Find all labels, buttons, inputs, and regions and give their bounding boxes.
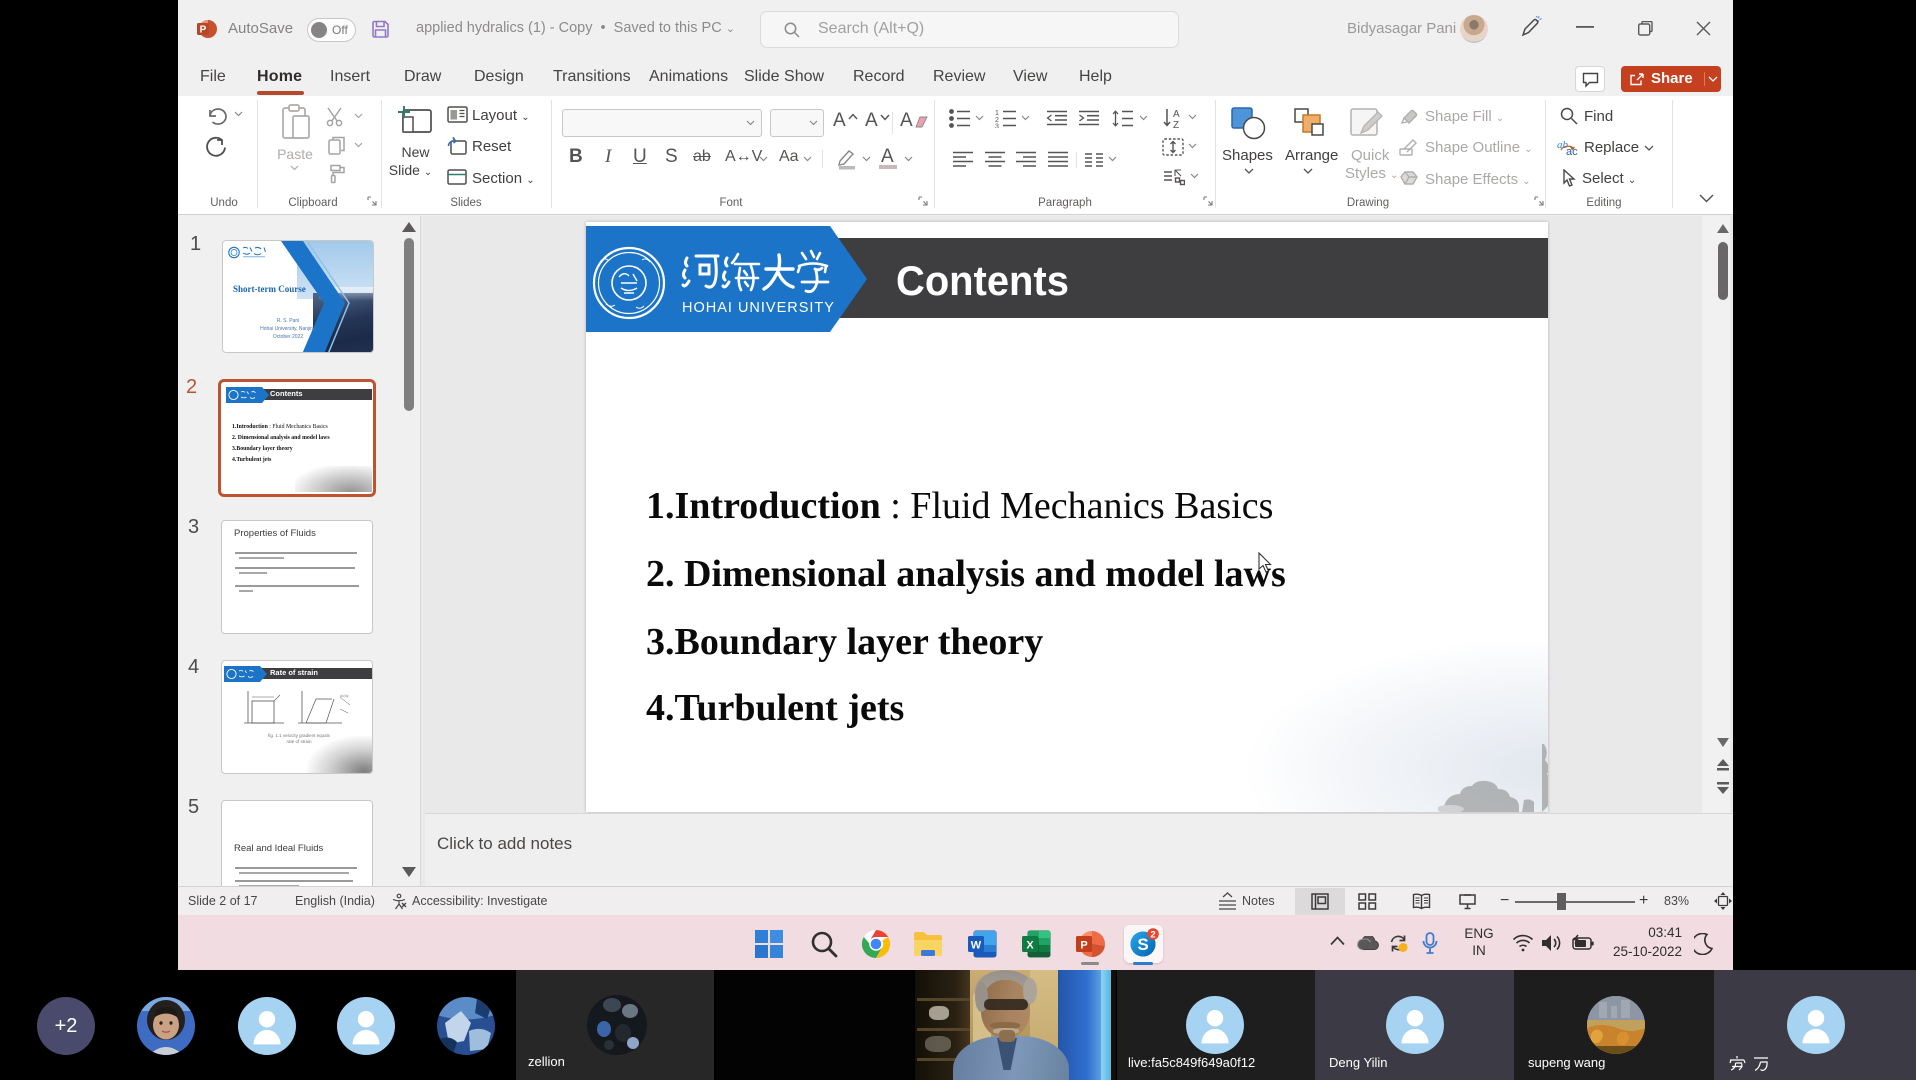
svg-text:P: P [1080,940,1087,952]
svg-text:HOHAI UNIVERSITY: HOHAI UNIVERSITY [682,300,835,316]
svg-text:P: P [200,25,207,36]
svg-text:Z: Z [1173,120,1179,129]
svg-text:du/dy: du/dy [340,694,349,698]
svg-text:S: S [1137,935,1148,954]
svg-text:W: W [971,940,982,952]
svg-text:2: 2 [1150,930,1155,941]
svg-text:X: X [1026,940,1034,952]
svg-text:1: 1 [995,110,999,117]
svg-text:A: A [1173,109,1180,120]
svg-text:3: 3 [995,124,999,129]
